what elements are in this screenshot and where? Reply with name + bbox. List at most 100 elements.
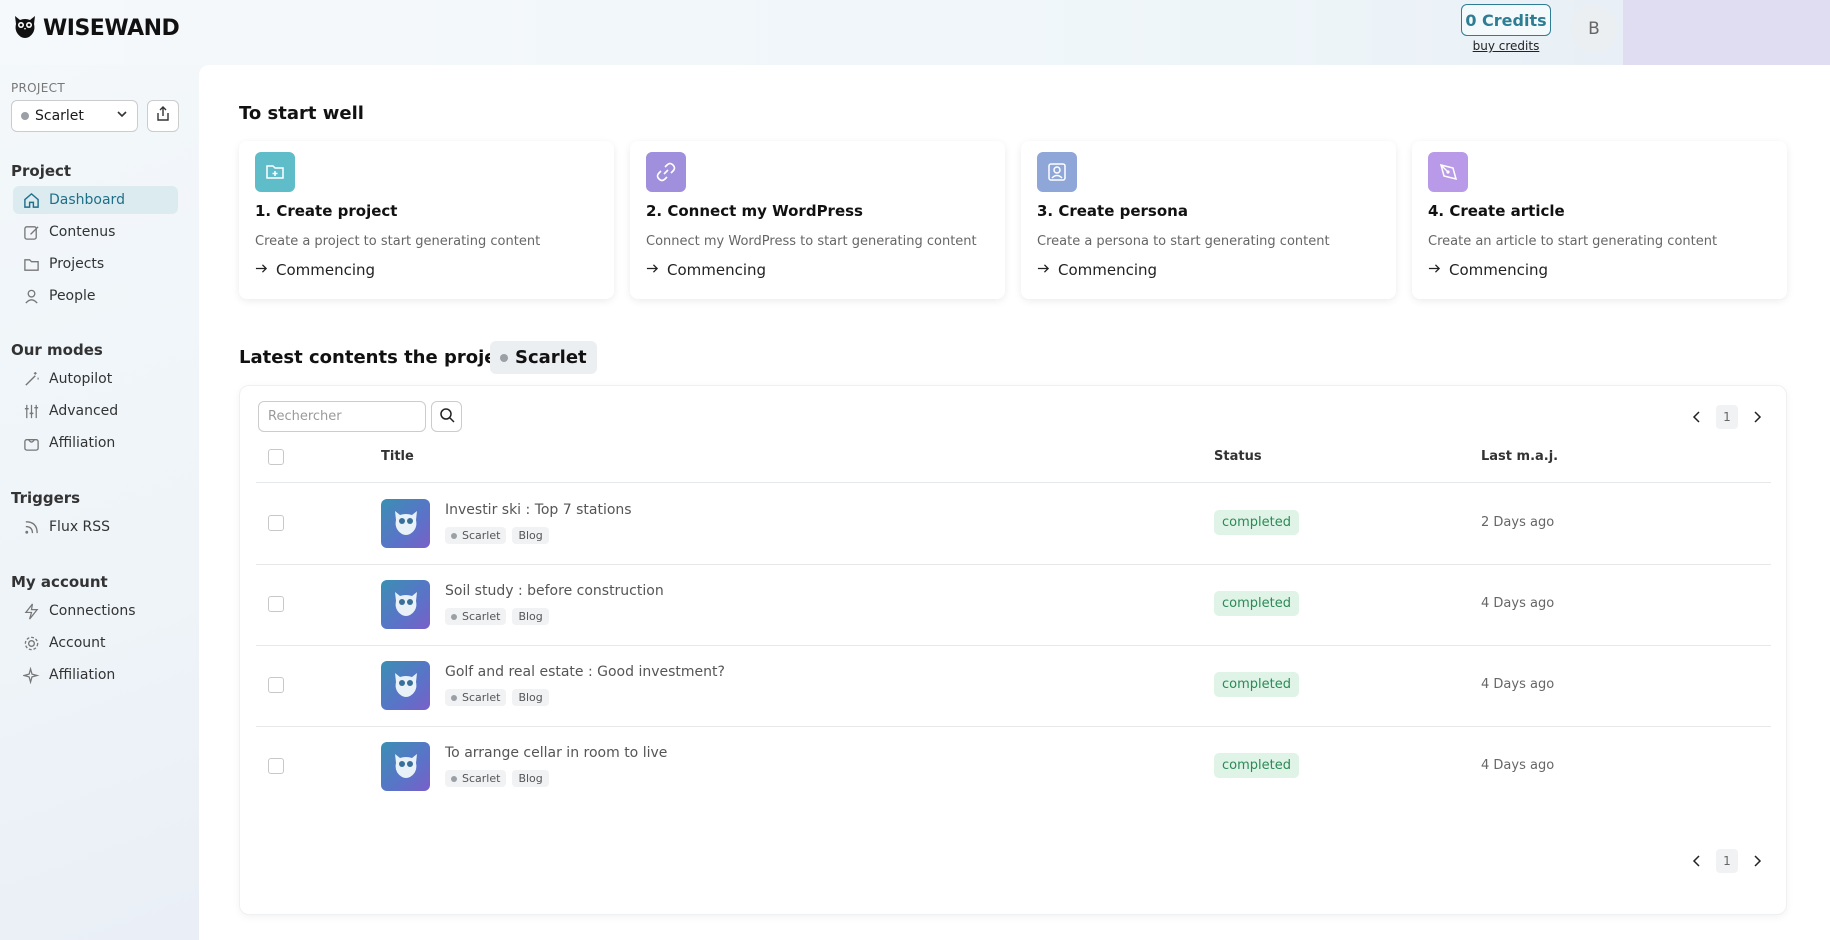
- row-checkbox[interactable]: [268, 758, 284, 774]
- article-tags: Scarlet Blog: [445, 527, 549, 544]
- status-badge: completed: [1214, 591, 1299, 616]
- sidebar-item-projects[interactable]: Projects: [13, 250, 178, 278]
- user-avatar[interactable]: B: [1571, 6, 1617, 52]
- section-my-account: My account: [11, 573, 108, 591]
- card-description: Create an article to start generating co…: [1428, 234, 1718, 249]
- sidebar-item-label: Affiliation: [49, 435, 116, 451]
- chevron-left-icon[interactable]: [1688, 852, 1706, 870]
- pagination-top: 1: [1688, 405, 1766, 429]
- owl-icon: [389, 505, 423, 543]
- section-our-modes: Our modes: [11, 341, 103, 359]
- sidebar-item-affiliation-account[interactable]: Affiliation: [13, 661, 178, 689]
- chevron-right-icon[interactable]: [1748, 852, 1766, 870]
- project-dot: [451, 694, 457, 701]
- page-number[interactable]: 1: [1716, 849, 1738, 873]
- select-all-checkbox[interactable]: [268, 449, 284, 465]
- chevron-down-icon: [116, 108, 128, 124]
- column-header-title[interactable]: Title: [381, 449, 414, 464]
- project-select[interactable]: Scarlet: [11, 100, 138, 132]
- section-triggers: Triggers: [11, 489, 81, 507]
- project-dot: [451, 532, 457, 539]
- sidebar-item-affiliation-mode[interactable]: Affiliation: [13, 429, 178, 457]
- card-link-commencing[interactable]: Commencing: [1428, 261, 1548, 279]
- latest-section-title: Latest contents the project: [239, 347, 516, 368]
- sidebar-item-people[interactable]: People: [13, 282, 178, 310]
- arrow-right-icon: [1428, 261, 1441, 279]
- owl-logo-icon: [11, 12, 39, 44]
- project-tag: Scarlet: [445, 770, 507, 787]
- card-create-article[interactable]: 4. Create article Create an article to s…: [1412, 141, 1787, 299]
- card-link-commencing[interactable]: Commencing: [1037, 261, 1157, 279]
- project-dot: [500, 353, 508, 362]
- sidebar-item-label: Account: [49, 635, 106, 651]
- search-button[interactable]: [431, 401, 462, 432]
- sidebar-item-label: Affiliation: [49, 667, 116, 683]
- sparkle-icon: [22, 666, 40, 684]
- column-header-updated[interactable]: Last m.a.j.: [1481, 449, 1558, 464]
- article-thumbnail: [381, 742, 430, 791]
- sidebar-item-label: Projects: [49, 256, 105, 272]
- table-row[interactable]: Investir ski : Top 7 stations Scarlet Bl…: [240, 483, 1788, 564]
- search-input[interactable]: [258, 401, 426, 432]
- top-bar-accent: [1623, 0, 1830, 65]
- project-tag-label: Scarlet: [462, 529, 501, 542]
- article-title[interactable]: Investir ski : Top 7 stations: [445, 502, 632, 518]
- arrow-right-icon: [1037, 261, 1050, 279]
- sidebar-item-label: Contenus: [49, 224, 116, 240]
- sidebar-item-label: People: [49, 288, 96, 304]
- last-updated: 4 Days ago: [1481, 677, 1555, 692]
- card-link-commencing[interactable]: Commencing: [646, 261, 766, 279]
- sidebar-item-autopilot[interactable]: Autopilot: [13, 365, 178, 393]
- article-tags: Scarlet Blog: [445, 770, 549, 787]
- sidebar-item-label: Connections: [49, 603, 136, 619]
- project-dot: [451, 775, 457, 782]
- sliders-icon: [22, 402, 40, 420]
- sidebar-item-contenus[interactable]: Contenus: [13, 218, 178, 246]
- project-badge: Scarlet: [490, 341, 597, 374]
- card-title: 1. Create project: [255, 202, 398, 220]
- article-title[interactable]: Soil study : before construction: [445, 583, 664, 599]
- card-link-commencing[interactable]: Commencing: [255, 261, 375, 279]
- project-select-value: Scarlet: [35, 108, 84, 124]
- contents-table: 1 Title Status Last m.a.j. Investir ski …: [239, 385, 1787, 915]
- table-row[interactable]: Soil study : before construction Scarlet…: [240, 564, 1788, 645]
- sidebar-item-account[interactable]: Account: [13, 629, 178, 657]
- brand-logo[interactable]: WISEWAND: [11, 12, 180, 44]
- sidebar-item-flux-rss[interactable]: Flux RSS: [13, 513, 178, 541]
- wand-icon: [22, 370, 40, 388]
- buy-credits-link[interactable]: buy credits: [1461, 39, 1551, 53]
- export-button[interactable]: [147, 100, 179, 132]
- sidebar-item-label: Autopilot: [49, 371, 113, 387]
- sidebar-item-connections[interactable]: Connections: [13, 597, 178, 625]
- page-number[interactable]: 1: [1716, 405, 1738, 429]
- column-header-status[interactable]: Status: [1214, 449, 1262, 464]
- project-tag: Scarlet: [445, 689, 507, 706]
- table-row[interactable]: Golf and real estate : Good investment? …: [240, 645, 1788, 726]
- pen-icon: [1428, 152, 1468, 192]
- article-title[interactable]: To arrange cellar in room to live: [445, 745, 667, 761]
- credits-badge[interactable]: 0 Credits: [1461, 4, 1551, 36]
- article-tags: Scarlet Blog: [445, 608, 549, 625]
- card-title: 3. Create persona: [1037, 202, 1188, 220]
- row-checkbox[interactable]: [268, 677, 284, 693]
- article-title[interactable]: Golf and real estate : Good investment?: [445, 664, 725, 680]
- chevron-right-icon[interactable]: [1748, 408, 1766, 426]
- card-connect-wordpress[interactable]: 2. Connect my WordPress Connect my WordP…: [630, 141, 1005, 299]
- project-tag: Scarlet: [445, 527, 507, 544]
- owl-icon: [389, 586, 423, 624]
- project-tag-label: Scarlet: [462, 610, 501, 623]
- table-row[interactable]: To arrange cellar in room to live Scarle…: [240, 726, 1788, 807]
- sidebar-item-label: Advanced: [49, 403, 119, 419]
- arrow-right-icon: [646, 261, 659, 279]
- row-checkbox[interactable]: [268, 515, 284, 531]
- sidebar-item-dashboard[interactable]: Dashboard: [13, 186, 178, 214]
- article-tags: Scarlet Blog: [445, 689, 549, 706]
- sidebar-item-advanced[interactable]: Advanced: [13, 397, 178, 425]
- article-thumbnail: [381, 661, 430, 710]
- chevron-left-icon[interactable]: [1688, 408, 1706, 426]
- brand-name: WISEWAND: [43, 15, 180, 41]
- row-checkbox[interactable]: [268, 596, 284, 612]
- card-create-persona[interactable]: 3. Create persona Create a persona to st…: [1021, 141, 1396, 299]
- card-title: 2. Connect my WordPress: [646, 202, 863, 220]
- card-create-project[interactable]: 1. Create project Create a project to st…: [239, 141, 614, 299]
